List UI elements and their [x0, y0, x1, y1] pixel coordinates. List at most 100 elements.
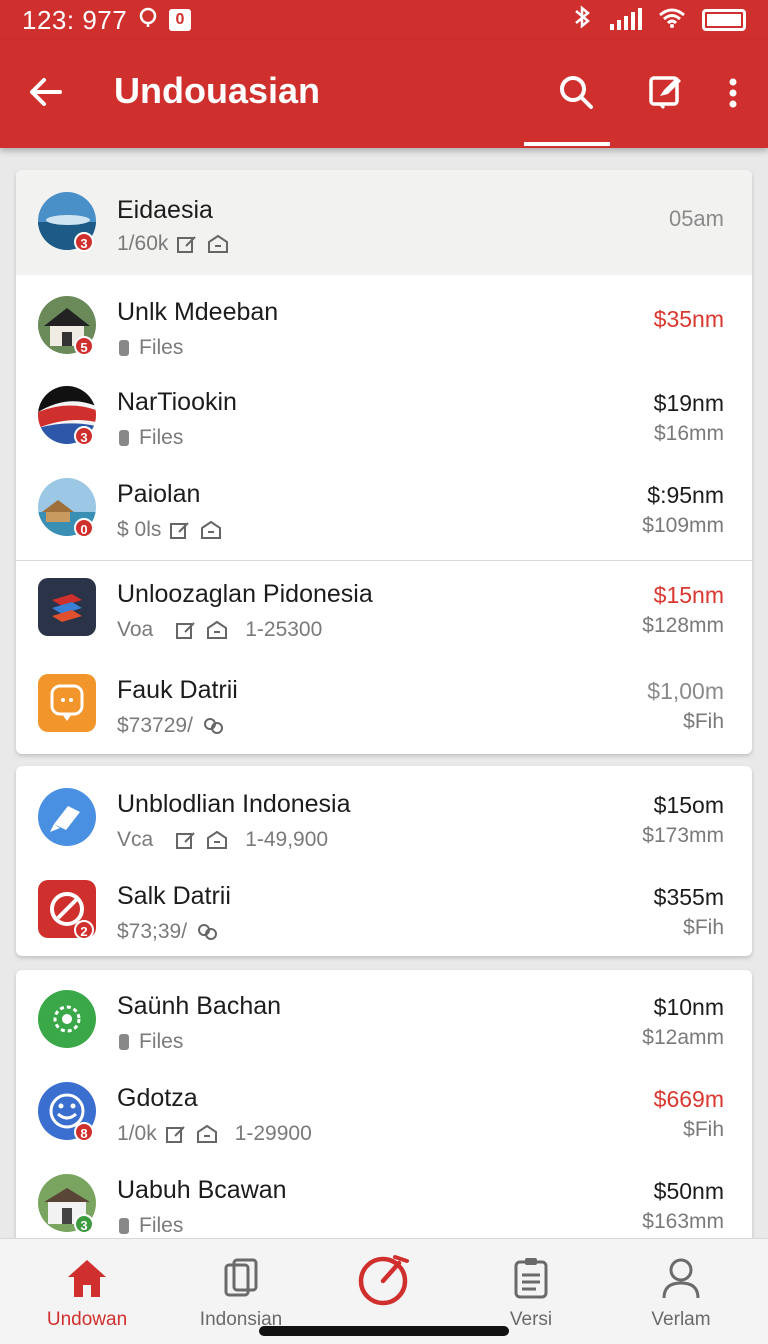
- edit-icon: [177, 236, 197, 253]
- list-item[interactable]: 2 Salk Datrii $73;39/ $355m $Fih: [16, 864, 752, 956]
- contact-sub: 1/60k: [117, 232, 230, 256]
- nav-profile[interactable]: Verlam: [604, 1239, 758, 1344]
- status-box-icon: 0: [169, 9, 192, 31]
- price-primary: $:95nm: [647, 482, 724, 508]
- inbox-icon: [201, 520, 222, 539]
- list-item[interactable]: 8 Gdotza 1/0k 1-29900 $669m $Fih: [16, 1066, 752, 1158]
- message-time: 05am: [668, 206, 724, 231]
- group-icon: [203, 718, 223, 734]
- group-icon: [198, 924, 218, 940]
- clipboard-icon: [508, 1255, 554, 1306]
- section-divider: [16, 560, 752, 561]
- list-item[interactable]: Saünh Bachan Files $10nm $12amm: [16, 974, 752, 1066]
- nav-home[interactable]: Undowan: [10, 1239, 164, 1344]
- attachment-icon: [119, 1218, 129, 1234]
- price-primary: $355m: [653, 884, 724, 910]
- book-icon: [218, 1255, 264, 1306]
- unread-badge: 5: [74, 336, 94, 356]
- page-title: Undouasian: [114, 70, 321, 111]
- bluetooth-icon: [572, 4, 594, 36]
- edit-icon: [176, 832, 195, 849]
- unread-badge: 3: [74, 232, 94, 252]
- price-primary: $15om: [653, 792, 724, 818]
- list-item[interactable]: 3 NarTiookin Files $19nm $16mm: [16, 370, 752, 462]
- signal-icon: [610, 8, 642, 30]
- list-item[interactable]: 0 Paiolan $ 0ls $:95nm $109mm: [16, 462, 752, 554]
- price-secondary: $173mm: [642, 824, 724, 847]
- list-item[interactable]: 3 Uabuh Bcawan Files $50nm $163mm: [16, 1158, 752, 1250]
- unread-badge: 0: [74, 518, 94, 538]
- search-icon[interactable]: [556, 72, 596, 112]
- list-item[interactable]: 3 Eidaesia 1/60k 05am: [16, 170, 752, 275]
- price-secondary: $16mm: [653, 422, 724, 445]
- inbox-icon: [196, 1124, 217, 1143]
- attachment-icon: [119, 430, 129, 446]
- price-secondary: $12amm: [642, 1026, 724, 1049]
- attachment-icon: [119, 340, 129, 356]
- contact-name: Unblodlian Indonesia: [117, 790, 351, 818]
- person-icon: [658, 1255, 704, 1306]
- list-item[interactable]: Fauk Datrii $73729/ $1,00m $Fih: [16, 658, 752, 750]
- price-primary: $35nm: [653, 306, 724, 332]
- contact-name: Unloozaglan Pidonesia: [117, 580, 373, 608]
- price-primary: $19nm: [653, 390, 724, 416]
- unread-badge: 2: [74, 920, 94, 940]
- price-secondary: $Fih: [683, 710, 724, 733]
- contact-sub: Files: [117, 1030, 183, 1054]
- price-secondary: $109mm: [642, 514, 724, 537]
- price-primary: $1,00m: [647, 678, 724, 704]
- nav-profile-label: Verlam: [651, 1309, 711, 1330]
- contact-sub: 1/0k 1-29900: [117, 1122, 312, 1145]
- unread-badge: 3: [74, 1214, 94, 1234]
- back-arrow-icon[interactable]: [26, 72, 66, 112]
- status-time: 123: 977: [22, 4, 128, 35]
- contact-sub: $73;39/: [117, 920, 219, 944]
- price-primary: $50nm: [653, 1178, 724, 1204]
- battery-icon: [702, 9, 746, 31]
- wifi-icon: [658, 5, 686, 36]
- list-item[interactable]: Unblodlian Indonesia Vca 1-49,900 $15om …: [16, 772, 752, 864]
- list-item[interactable]: 5 Unlk Mdeeban Files $35nm: [16, 280, 752, 372]
- inbox-icon: [207, 830, 228, 849]
- conversation-card-1: 3 Eidaesia 1/60k 05am 5 Unlk Mdeeban Fil…: [16, 170, 752, 754]
- conversation-card-3: Saünh Bachan Files $10nm $12amm 8 Gdotza…: [16, 970, 752, 1250]
- price-primary: $10nm: [653, 994, 724, 1020]
- edit-icon: [165, 1126, 185, 1143]
- conversation-card-2: Unblodlian Indonesia Vca 1-49,900 $15om …: [16, 766, 752, 956]
- price-primary: $669m: [653, 1086, 724, 1112]
- status-bar: 123: 977 0: [0, 0, 768, 40]
- contact-sub: Files: [117, 1214, 183, 1238]
- contact-name: Eidaesia: [117, 196, 213, 224]
- price-secondary: $128mm: [642, 614, 724, 637]
- contact-sub: $73729/: [117, 714, 225, 738]
- avatar: [38, 990, 96, 1048]
- contact-name: Paiolan: [117, 480, 201, 508]
- price-secondary: $Fih: [683, 1118, 724, 1141]
- home-indicator[interactable]: [259, 1326, 509, 1336]
- contact-sub: Files: [117, 426, 183, 450]
- inbox-icon: [207, 620, 228, 639]
- contact-sub: Voa 1-25300: [117, 618, 323, 641]
- more-vert-icon[interactable]: [718, 72, 748, 112]
- contact-sub: $ 0ls: [117, 518, 223, 542]
- home-icon: [64, 1255, 110, 1306]
- avatar: [38, 578, 96, 636]
- inbox-icon: [208, 234, 229, 253]
- gauge-icon: [355, 1249, 415, 1314]
- edit-icon: [170, 522, 190, 539]
- app-bar: Undouasian: [0, 40, 768, 148]
- contact-name: Unlk Mdeeban: [117, 298, 279, 326]
- notification-icon: [137, 6, 159, 34]
- contact-sub: Vca 1-49,900: [117, 828, 329, 851]
- avatar: [38, 674, 96, 732]
- contact-name: Gdotza: [117, 1084, 198, 1112]
- compose-icon[interactable]: [646, 72, 686, 112]
- price-secondary: $Fih: [683, 916, 724, 939]
- contact-name: Salk Datrii: [117, 882, 231, 910]
- contact-name: NarTiookin: [117, 388, 237, 416]
- contact-name: Fauk Datrii: [117, 676, 238, 704]
- avatar: [38, 788, 96, 846]
- list-item[interactable]: Unloozaglan Pidonesia Voa 1-25300 $15nm …: [16, 562, 752, 654]
- unread-badge: 8: [74, 1122, 94, 1142]
- unread-badge: 3: [74, 426, 94, 446]
